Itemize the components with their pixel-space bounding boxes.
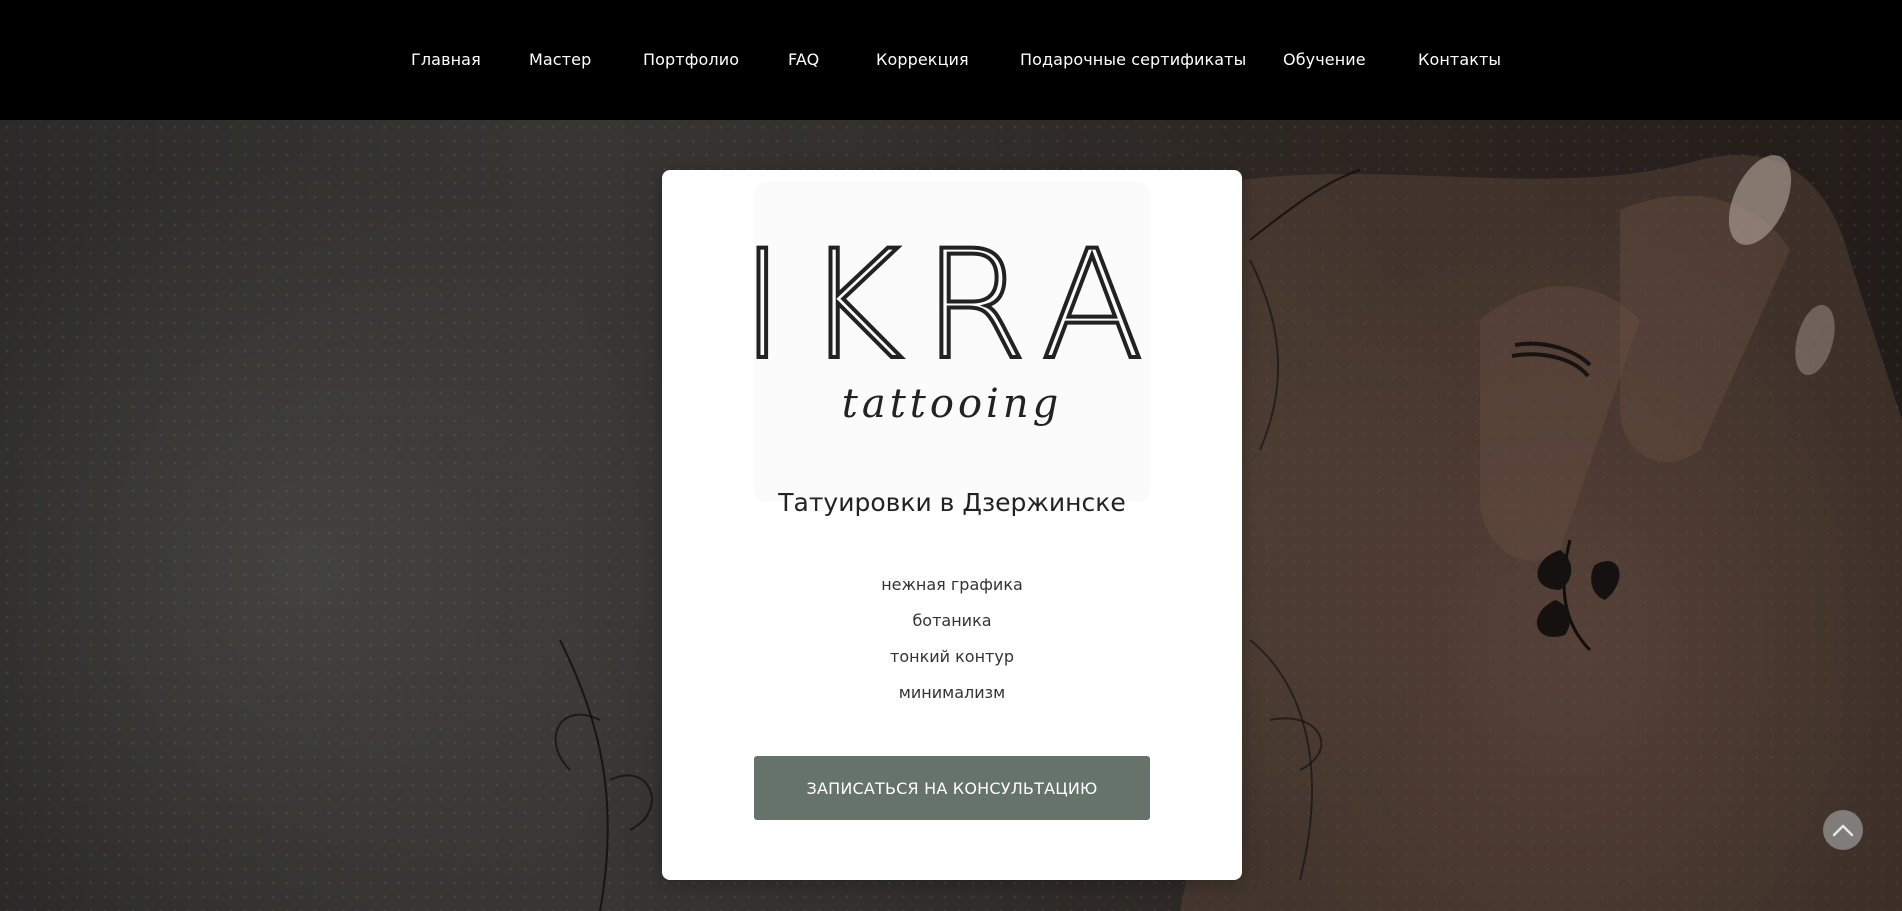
feature-list: нежная графика ботаника тонкий контур ми… [662, 567, 1242, 711]
nav-link-training[interactable]: Обучение [1283, 50, 1366, 69]
feature-item: минимализм [898, 683, 1006, 702]
feature-item: тонкий контур [890, 647, 1014, 666]
nav-link-master[interactable]: Мастер [529, 50, 591, 69]
nav-link-gift-certificates[interactable]: Подарочные сертификаты [1020, 50, 1246, 69]
nav-link-correction[interactable]: Коррекция [876, 50, 969, 69]
scroll-to-top-button[interactable] [1823, 810, 1863, 850]
nav-link-portfolio[interactable]: Портфолио [643, 50, 739, 69]
nav-link-home[interactable]: Главная [411, 50, 481, 69]
logo-script: tattooing [842, 381, 1062, 427]
feature-item: нежная графика [881, 575, 1023, 594]
hero-card: IKRA tattooing Татуировки в Дзержинске н… [662, 170, 1242, 880]
ikra-logo: IKRA tattooing [738, 182, 1150, 502]
nav-link-faq[interactable]: FAQ [788, 50, 819, 69]
chevron-up-icon [1832, 824, 1854, 837]
main-nav: Главная Мастер Портфолио FAQ Коррекция П… [0, 50, 1902, 72]
logo-wordmark: IKRA [754, 219, 1150, 393]
page-title: Татуировки в Дзержинске [778, 488, 1126, 517]
top-navigation-bar: Главная Мастер Портфолио FAQ Коррекция П… [0, 0, 1902, 120]
nav-link-contacts[interactable]: Контакты [1418, 50, 1501, 69]
feature-item: ботаника [912, 611, 992, 630]
book-consultation-button[interactable]: ЗАПИСАТЬСЯ НА КОНСУЛЬТАЦИЮ [754, 756, 1150, 820]
